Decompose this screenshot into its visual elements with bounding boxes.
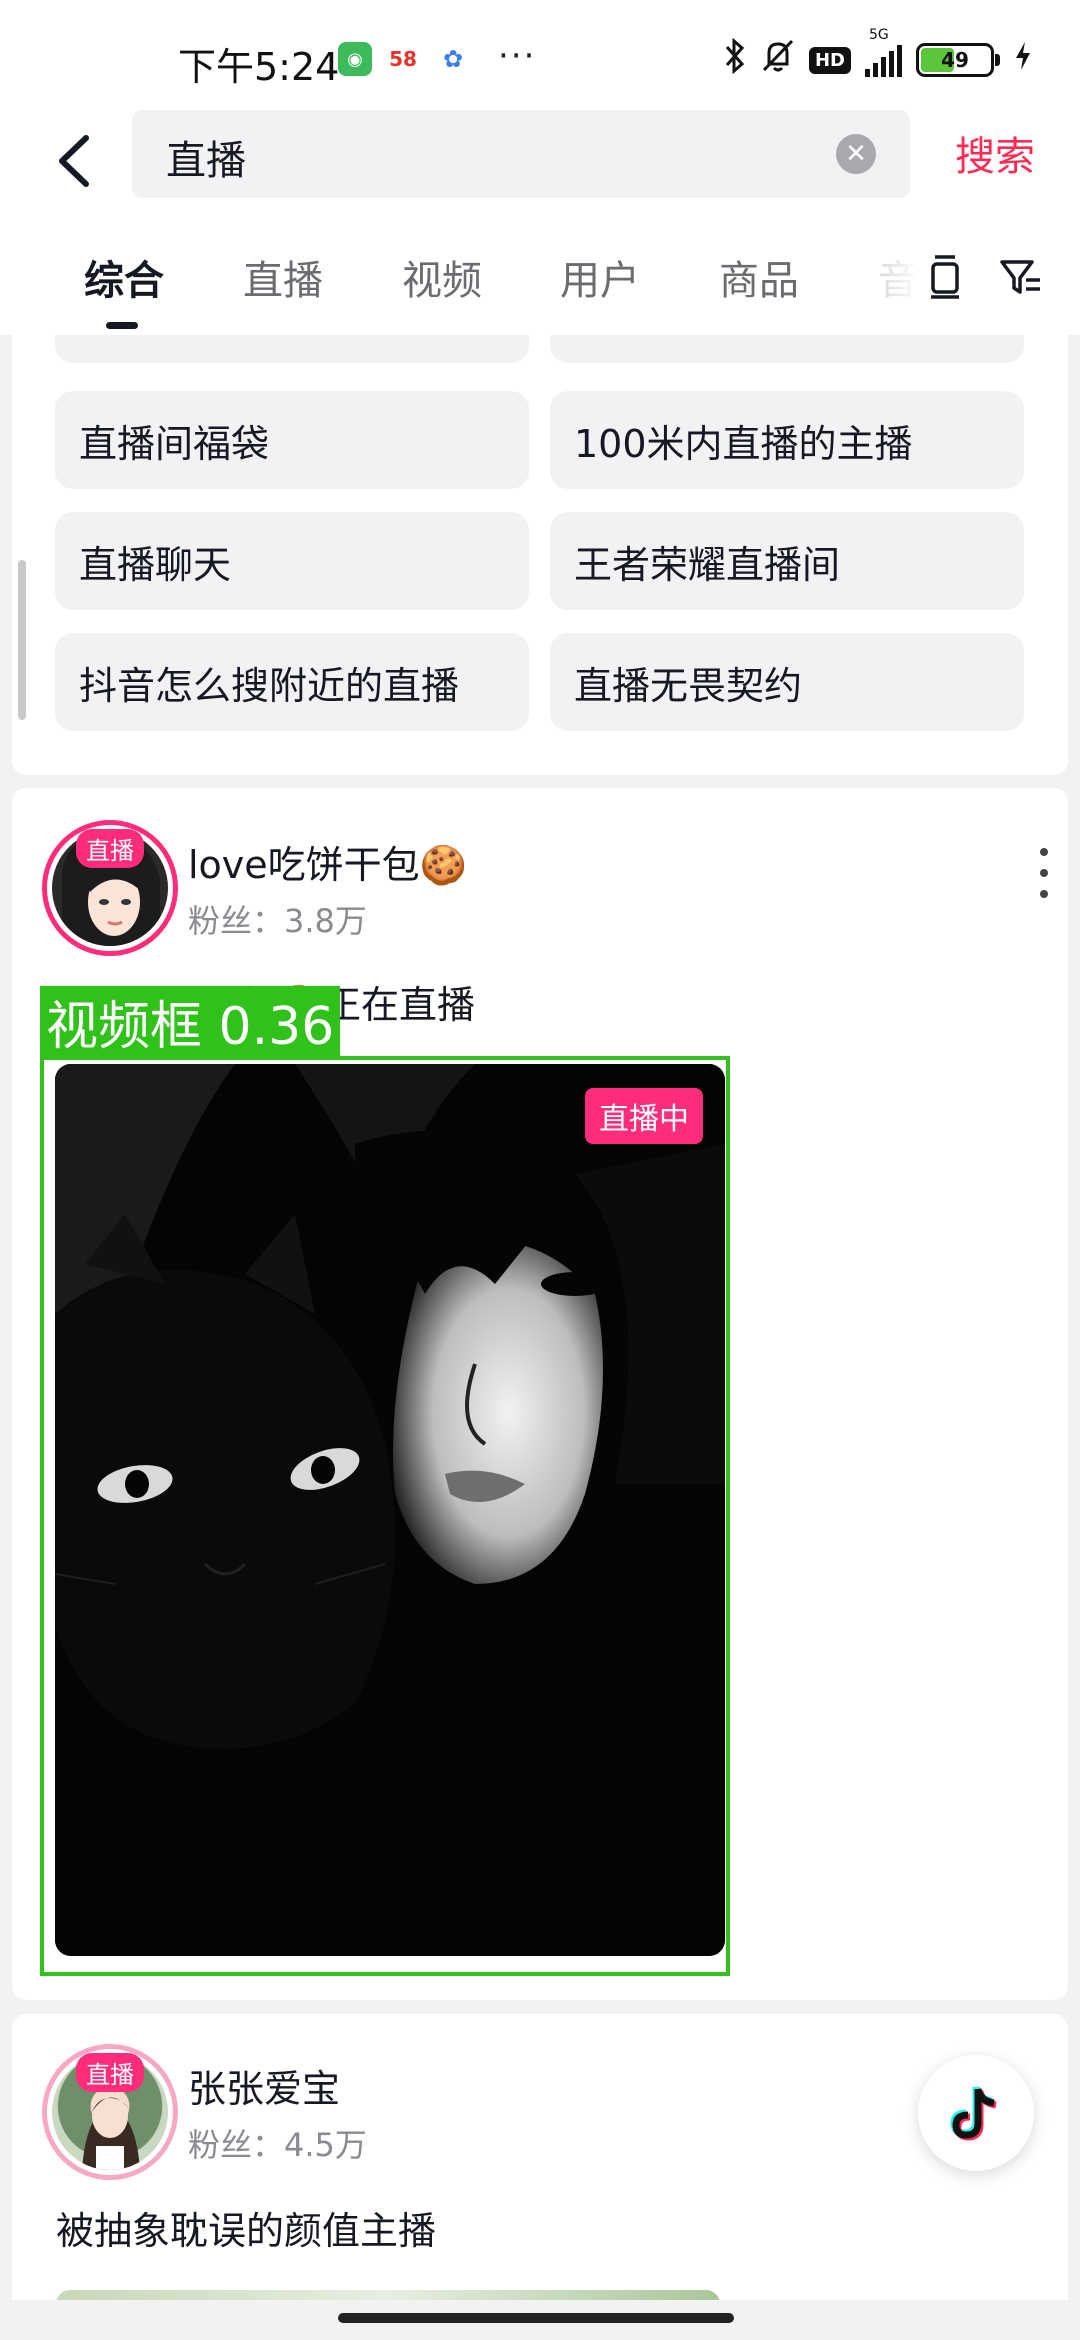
status-right: HD 5G 49 (723, 27, 1032, 82)
battery-icon: 49 (916, 43, 1000, 77)
battery-level: 49 (941, 48, 969, 72)
live-badge: 直播 (76, 2053, 144, 2092)
suggestion-chip[interactable]: 抖音怎么搜附近的直播 (55, 633, 529, 731)
charging-icon (1014, 40, 1032, 80)
live-badge: 直播 (76, 829, 144, 868)
result-description: 被抽象耽误的颜值主播 (56, 2209, 437, 2253)
home-indicator[interactable] (338, 2313, 734, 2323)
clear-icon[interactable]: ✕ (836, 134, 876, 174)
suggestions-card: 直播间福袋 100米内直播的主播 直播聊天 王者荣耀直播间 抖音怎么搜附近的直播… (12, 335, 1068, 775)
status-bar: 下午5:24 ◉ 58 ✿ ··· HD 5G 49 (0, 0, 1080, 110)
wechat-icon: ◉ (338, 42, 372, 76)
fan-count: 粉丝：3.8万 (188, 902, 367, 940)
suggestion-chip[interactable]: 直播间福袋 (55, 391, 529, 489)
58-app-icon: 58 (386, 42, 420, 76)
detection-box (40, 1056, 730, 1976)
douyin-icon[interactable] (918, 2055, 1034, 2171)
tabs-bar: 综合 直播 视频 用户 商品 音 (0, 230, 1080, 335)
suggestion-chip-partial[interactable] (55, 335, 529, 363)
suggestion-chip[interactable]: 王者荣耀直播间 (550, 512, 1024, 610)
avatar[interactable]: 直播 (42, 2044, 178, 2180)
search-input[interactable]: 直播 ✕ (132, 110, 910, 198)
suggestion-chip[interactable]: 直播聊天 (55, 512, 529, 610)
cloud-app-icon: ✿ (436, 42, 470, 76)
suggestion-chip[interactable]: 直播无畏契约 (550, 633, 1024, 731)
search-button[interactable]: 搜索 (955, 124, 1035, 182)
layout-icon[interactable] (920, 252, 970, 302)
bluetooth-icon (723, 37, 747, 82)
tab-products[interactable]: 商品 (719, 248, 799, 306)
user-name[interactable]: 张张爱宝 (188, 2058, 340, 2113)
avatar[interactable]: 直播 (42, 820, 178, 956)
back-arrow-icon[interactable] (50, 124, 110, 194)
search-query: 直播 (166, 138, 246, 184)
signal-icon: 5G (865, 27, 902, 77)
more-options-icon[interactable] (1034, 848, 1054, 898)
tab-comprehensive[interactable]: 综合 (84, 248, 164, 306)
scrollbar[interactable] (18, 560, 26, 720)
tab-live[interactable]: 直播 (243, 248, 323, 306)
status-time: 下午5:24 (178, 45, 340, 89)
mute-bell-icon (761, 38, 795, 82)
suggestion-chip[interactable]: 100米内直播的主播 (550, 391, 1024, 489)
tab-video[interactable]: 视频 (402, 248, 482, 306)
suggestion-chip-partial[interactable] (550, 335, 1024, 363)
search-header: 直播 ✕ 搜索 (0, 110, 1080, 230)
detection-label: 视频框 0.36 (40, 986, 341, 1057)
user-name[interactable]: love吃饼干包🍪 (188, 834, 467, 889)
fan-count: 粉丝：4.5万 (188, 2126, 367, 2164)
tab-underline (106, 322, 138, 329)
result-card[interactable] (12, 2014, 1068, 2334)
filter-icon[interactable] (996, 252, 1046, 302)
more-notifications-icon: ··· (498, 36, 537, 76)
hd-badge: HD (808, 46, 851, 74)
network-type: 5G (869, 27, 889, 43)
tab-users[interactable]: 用户 (560, 248, 640, 306)
